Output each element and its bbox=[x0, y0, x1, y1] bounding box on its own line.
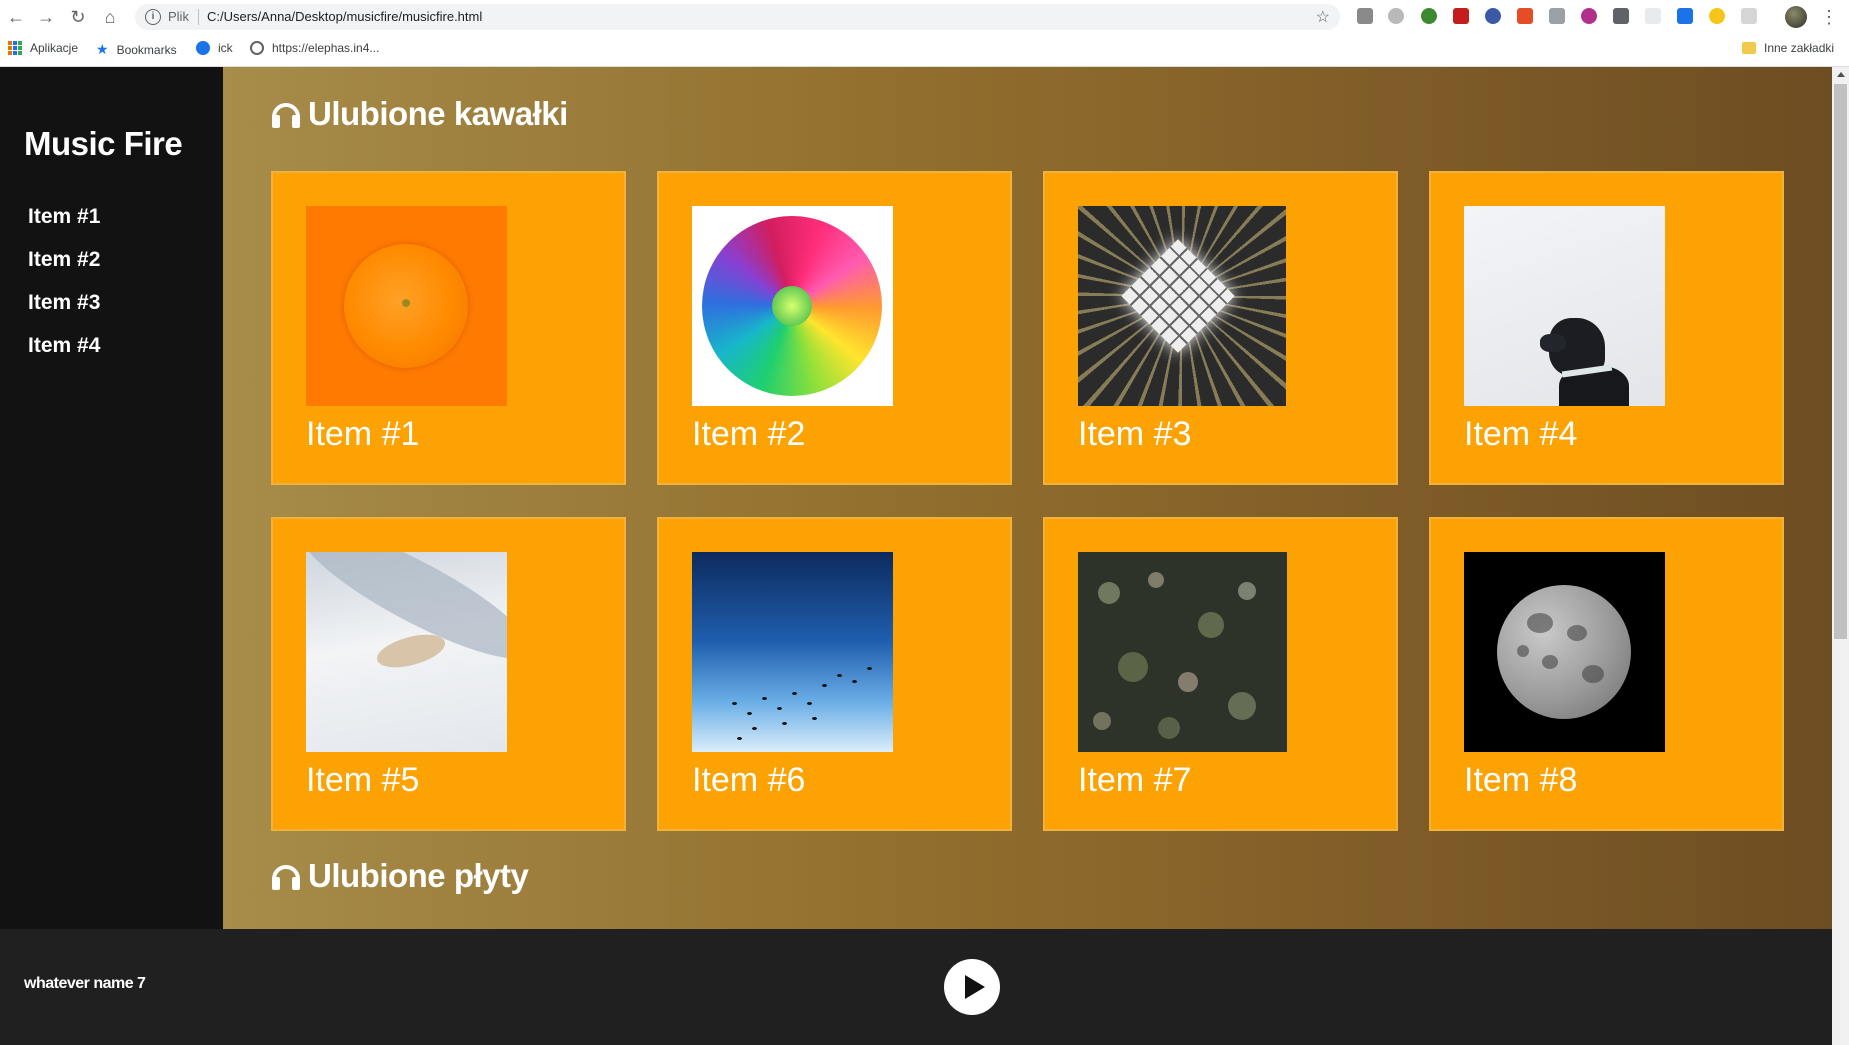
track-card-6[interactable]: Item #6 bbox=[657, 517, 1012, 831]
extension-icon[interactable] bbox=[1388, 8, 1404, 24]
sidebar-nav: Item #1 Item #2 Item #3 Item #4 bbox=[28, 205, 100, 377]
extension-icon[interactable] bbox=[1613, 8, 1629, 24]
bookmark-label: https://elephas.in4... bbox=[272, 41, 380, 55]
bookmark-label: ick bbox=[218, 41, 233, 55]
headphones-icon bbox=[272, 103, 300, 128]
track-card-7[interactable]: Item #7 bbox=[1043, 517, 1398, 831]
cover-image-dog bbox=[1464, 206, 1665, 406]
card-title: Item #1 bbox=[306, 415, 420, 453]
cover-image-bokeh bbox=[1078, 552, 1287, 752]
track-card-3[interactable]: Item #3 bbox=[1043, 171, 1398, 485]
sidebar-item-2[interactable]: Item #2 bbox=[28, 248, 100, 291]
apps-icon bbox=[8, 41, 22, 55]
info-icon[interactable]: i bbox=[145, 9, 161, 25]
scrollbar-thumb[interactable] bbox=[1834, 84, 1847, 639]
bookmark-ick[interactable]: ick bbox=[196, 41, 233, 55]
home-icon[interactable]: ⌂ bbox=[98, 5, 122, 29]
card-title: Item #8 bbox=[1464, 761, 1578, 799]
cover-image-flower bbox=[692, 206, 893, 406]
extension-icon[interactable] bbox=[1741, 8, 1757, 24]
play-button[interactable] bbox=[944, 959, 1000, 1015]
omnibox-separator bbox=[198, 9, 199, 25]
globe-icon bbox=[250, 41, 264, 55]
cover-image-light-grid bbox=[1078, 206, 1286, 406]
extension-icon[interactable] bbox=[1357, 8, 1373, 24]
bookmark-apps[interactable]: Aplikacje bbox=[8, 41, 78, 55]
bookmark-elephas[interactable]: https://elephas.in4... bbox=[250, 41, 379, 55]
brand-title: Music Fire bbox=[24, 125, 183, 162]
cover-image-birds-sky bbox=[692, 552, 893, 752]
extension-icon[interactable] bbox=[1549, 8, 1565, 24]
page-scrollbar[interactable] bbox=[1832, 67, 1849, 1045]
headphones-icon bbox=[272, 865, 300, 890]
bookmark-label: Bookmarks bbox=[116, 42, 177, 57]
extension-icon[interactable] bbox=[1581, 8, 1597, 24]
bookmark-bookmarks[interactable]: ★ Bookmarks bbox=[96, 41, 177, 58]
browser-chrome: ← → ↻ ⌂ i Plik C:/Users/Anna/Desktop/mus… bbox=[0, 0, 1849, 67]
now-playing-title: whatever name 7 bbox=[24, 975, 146, 992]
folder-icon bbox=[1742, 42, 1756, 54]
extension-icon[interactable] bbox=[1421, 8, 1437, 24]
card-title: Item #3 bbox=[1078, 415, 1192, 453]
sidebar: Music Fire Item #1 Item #2 Item #3 Item … bbox=[0, 67, 223, 929]
star-icon: ★ bbox=[96, 41, 109, 57]
forward-icon[interactable]: → bbox=[34, 5, 58, 29]
track-card-8[interactable]: Item #8 bbox=[1429, 517, 1784, 831]
extension-icon[interactable] bbox=[1645, 8, 1661, 24]
browser-toolbar: ← → ↻ ⌂ i Plik C:/Users/Anna/Desktop/mus… bbox=[0, 0, 1849, 34]
extension-icon[interactable] bbox=[1677, 8, 1693, 24]
extension-icon[interactable] bbox=[1709, 8, 1725, 24]
card-title: Item #4 bbox=[1464, 415, 1578, 453]
profile-avatar[interactable] bbox=[1785, 6, 1807, 28]
cover-image-snow-fox bbox=[306, 552, 507, 752]
scroll-up-arrow-icon[interactable] bbox=[1837, 72, 1845, 77]
cover-image-moon bbox=[1464, 552, 1665, 752]
card-title: Item #2 bbox=[692, 415, 806, 453]
bookmark-other-folder[interactable]: Inne zakładki bbox=[1742, 41, 1834, 55]
track-card-1[interactable]: Item #1 bbox=[271, 171, 626, 485]
section-title-favorite-albums: Ulubione płyty bbox=[270, 857, 529, 895]
sidebar-item-1[interactable]: Item #1 bbox=[28, 205, 100, 248]
bookmark-star-icon[interactable]: ☆ bbox=[1316, 7, 1330, 27]
browser-menu-icon[interactable]: ⋮ bbox=[1820, 6, 1838, 28]
extension-icon[interactable] bbox=[1453, 8, 1469, 24]
bookmarks-bar: Aplikacje ★ Bookmarks ick https://elepha… bbox=[0, 37, 1849, 63]
track-card-2[interactable]: Item #2 bbox=[657, 171, 1012, 485]
bookmark-label: Inne zakładki bbox=[1764, 41, 1835, 55]
track-card-4[interactable]: Item #4 bbox=[1429, 171, 1784, 485]
card-title: Item #7 bbox=[1078, 761, 1192, 799]
main-content: Ulubione kawałki Item #1 Item #2 Item #3… bbox=[223, 67, 1832, 929]
player-bar: whatever name 7 bbox=[0, 929, 1832, 1045]
page-viewport: Music Fire Item #1 Item #2 Item #3 Item … bbox=[0, 67, 1849, 1045]
track-card-5[interactable]: Item #5 bbox=[271, 517, 626, 831]
card-title: Item #6 bbox=[692, 761, 806, 799]
scheme-label: Plik bbox=[168, 9, 189, 24]
tracks-grid: Item #1 Item #2 Item #3 Item #4 Item #5 bbox=[271, 171, 1786, 831]
circle-icon bbox=[196, 41, 210, 55]
card-title: Item #5 bbox=[306, 761, 420, 799]
address-bar[interactable]: i Plik C:/Users/Anna/Desktop/musicfire/m… bbox=[135, 4, 1340, 30]
extension-icon[interactable] bbox=[1485, 8, 1501, 24]
sidebar-item-4[interactable]: Item #4 bbox=[28, 334, 100, 377]
section-title-text: Ulubione kawałki bbox=[308, 95, 568, 132]
sidebar-item-3[interactable]: Item #3 bbox=[28, 291, 100, 334]
section-title-favorite-tracks: Ulubione kawałki bbox=[270, 95, 568, 133]
section-title-text: Ulubione płyty bbox=[308, 857, 529, 894]
back-icon[interactable]: ← bbox=[4, 5, 28, 29]
reload-icon[interactable]: ↻ bbox=[66, 5, 90, 29]
play-icon bbox=[965, 975, 985, 999]
bookmark-label: Aplikacje bbox=[30, 41, 79, 55]
cover-image-orange bbox=[306, 206, 507, 406]
extension-icon[interactable] bbox=[1517, 8, 1533, 24]
url-text[interactable]: C:/Users/Anna/Desktop/musicfire/musicfir… bbox=[207, 9, 482, 24]
